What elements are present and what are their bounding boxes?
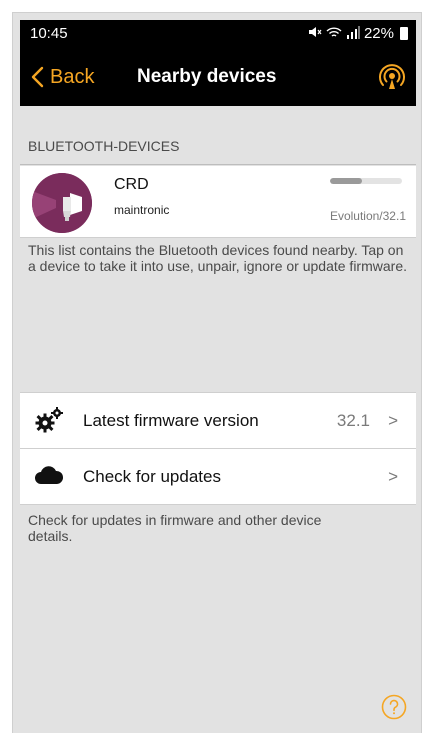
section-header: BLUETOOTH-DEVICES	[20, 138, 416, 165]
wifi-icon	[326, 26, 342, 42]
device-maker: maintronic	[114, 203, 170, 217]
updates-description: Check for updates in firmware and other …	[28, 512, 322, 544]
help-icon[interactable]	[381, 694, 407, 720]
battery-percent: 22%	[363, 25, 394, 42]
chevron-left-icon	[31, 66, 44, 88]
latest-firmware-label: Latest firmware version	[83, 411, 259, 430]
section-header-label: BLUETOOTH-DEVICES	[28, 138, 180, 154]
mute-icon	[308, 26, 322, 41]
chevron-right-icon: >	[388, 467, 398, 486]
chevron-right-icon: >	[388, 411, 398, 430]
page-title: Nearby devices	[137, 66, 277, 87]
broadcast-icon[interactable]	[378, 64, 406, 92]
signal-icon	[346, 25, 360, 42]
status-bar: 10:45 22%	[20, 20, 416, 50]
device-name: CRD	[114, 176, 149, 193]
signal-strength-fill	[330, 178, 363, 184]
status-time: 10:45	[30, 25, 68, 42]
cloud-icon	[35, 466, 64, 484]
check-updates-label: Check for updates	[83, 467, 221, 486]
latest-firmware-row[interactable]: Latest firmware version 32.1 >	[20, 392, 416, 448]
app-screen: 10:45 22% Back Nearby devices BLUETOOTH-…	[20, 20, 416, 733]
back-label: Back	[50, 65, 95, 88]
device-version: Evolution/32.1	[329, 209, 406, 223]
lamp-icon	[32, 173, 92, 233]
phone-frame: 10:45 22% Back Nearby devices BLUETOOTH-…	[12, 12, 422, 733]
nav-bar: Back Nearby devices	[20, 50, 416, 106]
device-avatar	[32, 173, 92, 233]
latest-firmware-value: 32.1	[336, 411, 370, 430]
gears-icon	[35, 407, 63, 433]
battery-icon	[400, 27, 408, 40]
device-list-description: This list contains the Bluetooth devices…	[28, 242, 407, 274]
signal-strength-bar	[330, 178, 402, 184]
back-button[interactable]: Back	[28, 64, 94, 90]
status-icons: 22%	[308, 25, 408, 42]
check-updates-row[interactable]: Check for updates >	[20, 448, 416, 505]
device-list-item[interactable]: CRD maintronic Evolution/32.1	[20, 166, 416, 238]
